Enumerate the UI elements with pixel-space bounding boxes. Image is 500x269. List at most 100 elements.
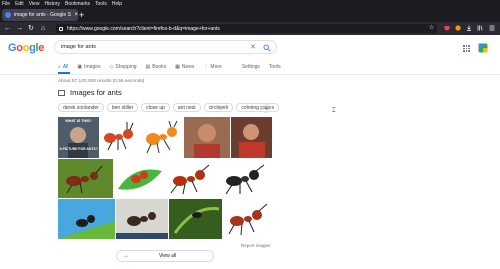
apps-dot	[465, 50, 468, 52]
clear-search-icon[interactable]: ✕	[250, 43, 256, 51]
menu-history[interactable]: History	[44, 0, 60, 8]
images-section-title[interactable]: Images for ants	[70, 88, 122, 97]
chip[interactable]: circlejerk	[203, 103, 234, 112]
new-tab-button[interactable]: +	[79, 10, 84, 20]
images-section-header[interactable]: Images for ants	[58, 88, 122, 97]
chip[interactable]: derek zoolander	[58, 103, 104, 112]
library-icon[interactable]	[477, 25, 483, 31]
chip[interactable]: ben stiller	[106, 103, 139, 112]
menu-help[interactable]: Help	[112, 0, 122, 8]
google-favicon-icon	[5, 12, 11, 18]
forward-button[interactable]: →	[16, 24, 23, 33]
tab-strip: image for ants - Google Search × +	[0, 8, 500, 22]
tab-label: Images	[84, 64, 101, 70]
image-result-ant-on-grass[interactable]	[58, 199, 115, 239]
image-icon: ▣	[77, 64, 83, 70]
chip[interactable]: coloring pages	[236, 103, 279, 112]
search-icon: ⌕	[58, 64, 61, 70]
menu-tools[interactable]: Tools	[95, 0, 107, 8]
image-result-photo-person[interactable]	[184, 117, 230, 158]
tab-label: All	[62, 64, 69, 70]
chevron-down-icon[interactable]: ⌄	[262, 104, 271, 113]
refinement-chips: derek zoolander ben stiller close up ant…	[58, 103, 282, 112]
divider	[0, 74, 500, 75]
google-apps-icon[interactable]	[463, 45, 470, 52]
apps-dot	[468, 50, 470, 52]
lock-icon[interactable]	[59, 26, 63, 31]
image-result-meme[interactable]: WHAT IS THIS? A PICTURE FOR ANTS?	[58, 117, 99, 158]
image-result-ant-on-leaf[interactable]	[58, 159, 113, 198]
search-input[interactable]	[61, 44, 241, 50]
tab-title: image for ants - Google Search	[13, 12, 72, 18]
news-icon: ▦	[175, 64, 180, 70]
report-images-link[interactable]: Report images	[241, 243, 270, 248]
orange-ant-image	[146, 120, 178, 154]
google-logo[interactable]: Google	[8, 42, 44, 54]
image-result-black-ant[interactable]	[218, 159, 272, 198]
url-text[interactable]: https://www.google.com/search?client=fir…	[67, 26, 220, 32]
chip[interactable]: close up	[141, 103, 170, 112]
tab-label: More	[210, 64, 222, 70]
search-icon[interactable]	[263, 44, 271, 52]
search-box[interactable]: ✕	[54, 40, 277, 54]
close-tab-icon[interactable]: ×	[74, 12, 78, 18]
tab-more[interactable]: ⋮ More	[203, 64, 221, 70]
image-result-cartoon-ant[interactable]	[100, 117, 141, 158]
image-result-red-ant[interactable]	[167, 159, 217, 198]
extension-icon[interactable]	[455, 25, 461, 31]
search-results-page: Google ✕ ⌕All ▣Images ◇Shopping ▤Books ▦…	[0, 35, 500, 269]
back-button[interactable]: ←	[4, 24, 11, 33]
chip[interactable]: ant nest	[172, 103, 201, 112]
ant-closeup-image	[116, 199, 168, 239]
home-button[interactable]: ⌂	[41, 24, 45, 33]
mouse-cursor-icon: ⌶	[332, 108, 336, 114]
image-result-cartoon-ant-leaf[interactable]	[114, 159, 166, 198]
ant-on-grass-image	[58, 199, 115, 239]
red-ant-image	[170, 164, 210, 195]
tab-all[interactable]: ⌕ All	[58, 64, 68, 70]
apps-dot	[468, 45, 470, 47]
tab-label: Shopping	[115, 64, 137, 70]
image-icon	[58, 89, 65, 96]
bookmark-star-icon[interactable]: ☆	[429, 24, 434, 33]
downloads-icon[interactable]	[466, 25, 472, 31]
person-photo-image	[184, 117, 230, 158]
cartoon-ant-image	[104, 122, 134, 151]
image-result-red-ant-2[interactable]	[223, 199, 272, 239]
black-ant-image	[225, 164, 265, 195]
view-all-label: View all	[159, 253, 177, 259]
tab-news[interactable]: ▦ News	[175, 64, 194, 70]
apps-dot	[463, 50, 465, 52]
result-stats: About 57,100,000 results (0.55 seconds)	[58, 79, 145, 84]
pocket-icon[interactable]	[444, 25, 450, 31]
image-result-ant-on-stem[interactable]	[169, 199, 222, 239]
image-result-orange-ant[interactable]	[142, 117, 183, 158]
menu-view[interactable]: View	[29, 0, 40, 8]
tab-label: Tools	[268, 64, 281, 70]
ant-on-leaf-image	[58, 159, 113, 198]
tab-shopping[interactable]: ◇ Shopping	[110, 64, 137, 70]
apps-dot	[463, 45, 465, 47]
image-result-ant-closeup[interactable]	[116, 199, 168, 239]
person-photo-image	[231, 117, 272, 158]
menu-edit[interactable]: Edit	[15, 0, 24, 8]
menu-file[interactable]: File	[2, 0, 10, 8]
red-ant-image	[228, 203, 268, 236]
tab-books[interactable]: ▤ Books	[146, 64, 167, 70]
reload-button[interactable]: ↻	[28, 24, 34, 33]
tab-settings[interactable]: Settings	[242, 64, 260, 70]
apps-dot	[463, 47, 465, 50]
browser-tab[interactable]: image for ants - Google Search ×	[2, 9, 78, 21]
logo-letter: e	[38, 42, 45, 54]
account-avatar[interactable]	[478, 43, 488, 53]
more-vert-icon: ⋮	[203, 64, 209, 70]
menu-bar: File Edit View History Bookmarks Tools H…	[0, 0, 500, 8]
address-bar[interactable]: https://www.google.com/search?client=fir…	[56, 24, 437, 33]
menu-bookmarks[interactable]: Bookmarks	[65, 0, 90, 8]
tab-images[interactable]: ▣ Images	[77, 64, 100, 70]
image-result-photo-person-2[interactable]	[231, 117, 272, 158]
tab-tools[interactable]: Tools	[269, 64, 281, 70]
tab-label: Books	[152, 64, 167, 70]
hamburger-menu-icon[interactable]	[489, 25, 495, 31]
view-all-button[interactable]: → View all	[116, 250, 214, 262]
